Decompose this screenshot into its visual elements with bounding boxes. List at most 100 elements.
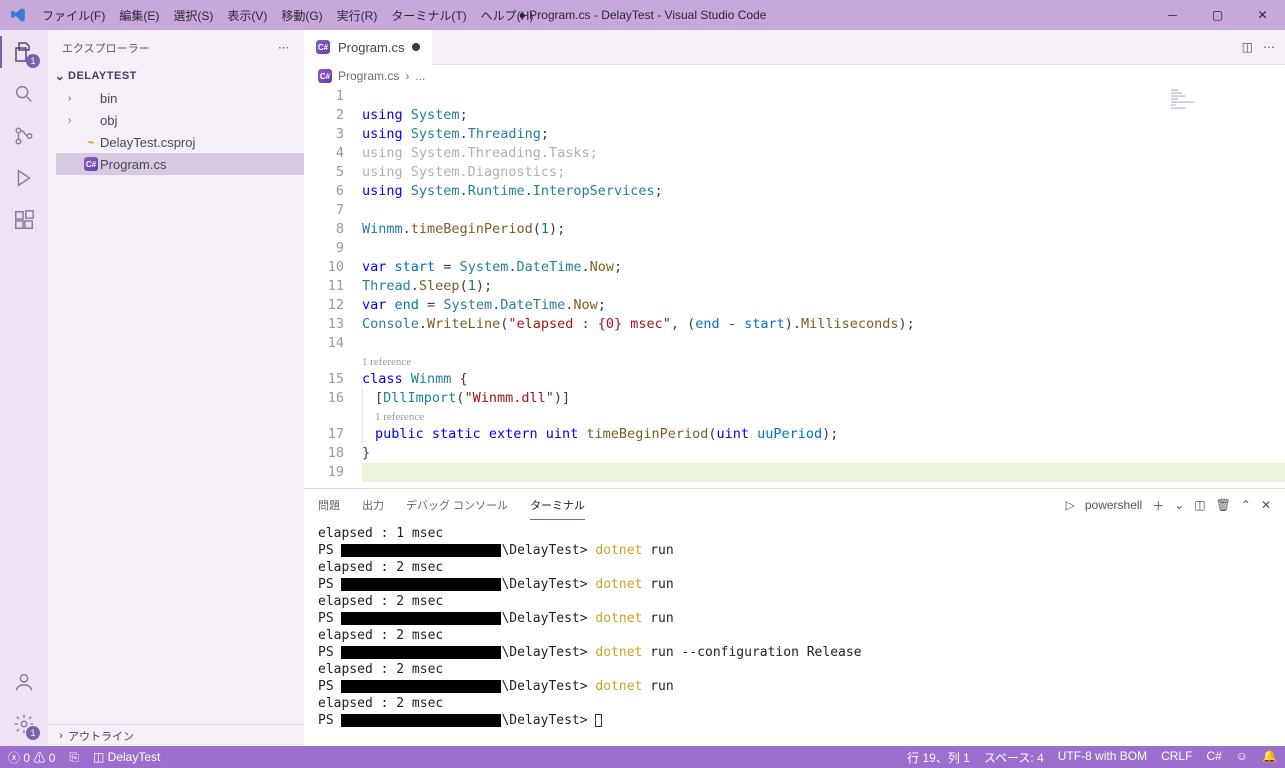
code-line[interactable]: [DllImport("Winmm.dll")] <box>362 389 1285 408</box>
file-label: obj <box>100 113 117 128</box>
panel-maximize-icon[interactable]: ⌃ <box>1241 498 1251 512</box>
menu-go[interactable]: 移動(G) <box>275 7 328 24</box>
project-header[interactable]: ⌄ DELAYTEST <box>48 65 304 87</box>
panel-tab-debug-console[interactable]: デバッグ コンソール <box>406 497 508 513</box>
sidebar-title: エクスプローラー <box>62 40 150 56</box>
code-line[interactable]: Thread.Sleep(1); <box>362 277 1285 296</box>
status-indent[interactable]: スペース: 4 <box>984 749 1044 766</box>
code-line[interactable]: 1 reference <box>362 408 1285 425</box>
terminal-line: PS \DelayTest> dotnet run <box>318 678 1271 695</box>
menu-terminal[interactable]: ターミナル(T) <box>385 7 472 24</box>
sidebar-more-icon[interactable]: ⋯ <box>278 41 290 54</box>
terminal-dropdown-icon[interactable]: ⌄ <box>1174 498 1184 512</box>
activity-bar: 1 1 <box>0 30 48 746</box>
file-tree-item[interactable]: C#Program.cs <box>56 153 304 175</box>
explorer-icon[interactable]: 1 <box>10 38 38 66</box>
terminal-line: PS \DelayTest> dotnet run <box>318 542 1271 559</box>
outline-header[interactable]: › アウトライン <box>48 724 304 746</box>
code-line[interactable]: class Winmm { <box>362 370 1285 389</box>
maximize-button[interactable]: ▢ <box>1195 0 1240 30</box>
terminal-line: elapsed : 2 msec <box>318 627 1271 644</box>
chevron-down-icon: ⌄ <box>52 69 68 83</box>
code-line[interactable]: Winmm.timeBeginPeriod(1); <box>362 220 1285 239</box>
close-button[interactable]: ✕ <box>1240 0 1285 30</box>
file-tree-item[interactable]: ⌁DelayTest.csproj <box>56 131 304 153</box>
explorer-badge: 1 <box>26 54 40 68</box>
menu-run[interactable]: 実行(R) <box>331 7 384 24</box>
panel-close-icon[interactable]: ✕ <box>1261 498 1271 512</box>
status-line-col[interactable]: 行 19、列 1 <box>907 749 970 766</box>
breadcrumb-file: Program.cs <box>338 69 399 83</box>
status-encoding[interactable]: UTF-8 with BOM <box>1058 749 1147 766</box>
status-notifications-icon[interactable]: 🔔 <box>1262 749 1277 766</box>
title-bar: ファイル(F) 編集(E) 選択(S) 表示(V) 移動(G) 実行(R) ター… <box>0 0 1285 30</box>
terminal-launch-icon[interactable]: ▷ <box>1066 498 1075 512</box>
split-editor-icon[interactable]: ◫ <box>1242 40 1253 54</box>
code-line[interactable]: using System; <box>362 106 1285 125</box>
minimap[interactable]: ▬▬▬▬▬▬▬▬▬▬▬▬▬▬▬▬▬▬▬▬▬▬▬▬▬▬▬▬▬▬▬▬▬▬▬▬▬▬▬▬… <box>1171 89 1271 149</box>
tab-program-cs[interactable]: C# Program.cs <box>304 30 432 65</box>
status-eol[interactable]: CRLF <box>1161 749 1192 766</box>
editor[interactable]: 12345678910111213141516171819 ▬▬▬▬▬▬▬▬▬▬… <box>304 87 1285 488</box>
outline-label: アウトライン <box>68 728 134 744</box>
code-line[interactable]: using System.Runtime.InteropServices; <box>362 182 1285 201</box>
terminal-line: PS \DelayTest> dotnet run <box>318 610 1271 627</box>
panel-tab-output[interactable]: 出力 <box>362 497 384 513</box>
code-line[interactable]: } <box>362 444 1285 463</box>
terminal-line: elapsed : 2 msec <box>318 695 1271 712</box>
code-line[interactable]: public static extern uint timeBeginPerio… <box>362 425 1285 444</box>
code-line[interactable]: using System.Threading; <box>362 125 1285 144</box>
split-terminal-icon[interactable]: ◫ <box>1194 498 1205 512</box>
code-line[interactable]: var start = System.DateTime.Now; <box>362 258 1285 277</box>
code-line[interactable] <box>362 239 1285 258</box>
terminal-content[interactable]: elapsed : 1 msecPS \DelayTest> dotnet ru… <box>304 521 1285 746</box>
project-name: DELAYTEST <box>68 70 137 82</box>
menu-file[interactable]: ファイル(F) <box>36 7 111 24</box>
extensions-icon[interactable] <box>10 206 38 234</box>
status-branch[interactable]: ◫ DelayTest <box>93 750 160 764</box>
menu-edit[interactable]: 編集(E) <box>113 7 165 24</box>
menu-selection[interactable]: 選択(S) <box>167 7 219 24</box>
terminal-line: elapsed : 2 msec <box>318 661 1271 678</box>
editor-tabs: C# Program.cs ◫ ⋯ <box>304 30 1285 65</box>
run-debug-icon[interactable] <box>10 164 38 192</box>
menu-bar: ファイル(F) 編集(E) 選択(S) 表示(V) 移動(G) 実行(R) ター… <box>36 7 539 24</box>
terminal-line: PS \DelayTest> dotnet run <box>318 576 1271 593</box>
status-bar: ⓧ 0 ⚠ 0 ⎘ ◫ DelayTest 行 19、列 1 スペース: 4 U… <box>0 746 1285 768</box>
status-language[interactable]: C# <box>1206 749 1221 766</box>
menu-view[interactable]: 表示(V) <box>221 7 273 24</box>
code-line[interactable]: var end = System.DateTime.Now; <box>362 296 1285 315</box>
new-terminal-icon[interactable]: ＋ <box>1152 497 1164 514</box>
code-line[interactable]: using System.Diagnostics; <box>362 163 1285 182</box>
code-line[interactable]: 1 reference <box>362 353 1285 370</box>
file-label: Program.cs <box>100 157 166 172</box>
window-title: ● Program.cs - DelayTest - Visual Studio… <box>519 8 767 22</box>
code-line[interactable] <box>362 87 1285 106</box>
status-feedback-icon[interactable]: ☺ <box>1236 749 1248 766</box>
status-errors[interactable]: ⓧ 0 ⚠ 0 <box>8 749 55 766</box>
search-icon[interactable] <box>10 80 38 108</box>
code-line[interactable] <box>362 201 1285 220</box>
kill-terminal-icon[interactable]: 🗑 <box>1216 498 1231 512</box>
tab-label: Program.cs <box>338 40 404 55</box>
status-ports-icon[interactable]: ⎘ <box>69 750 79 765</box>
file-tree-item[interactable]: ›bin <box>56 87 304 109</box>
csharp-file-icon: C# <box>318 69 332 83</box>
editor-more-icon[interactable]: ⋯ <box>1263 40 1275 54</box>
code-line[interactable]: Console.WriteLine("elapsed : {0} msec", … <box>362 315 1285 334</box>
code-line[interactable] <box>362 463 1285 482</box>
panel-tab-problems[interactable]: 問題 <box>318 497 340 513</box>
terminal-shell-label[interactable]: powershell <box>1085 498 1142 512</box>
vscode-logo-icon <box>0 6 36 24</box>
code-line[interactable] <box>362 334 1285 353</box>
file-label: bin <box>100 91 117 106</box>
sidebar: エクスプローラー ⋯ ⌄ DELAYTEST ›bin›obj⌁DelayTes… <box>48 30 304 746</box>
panel-tab-terminal[interactable]: ターミナル <box>530 497 585 520</box>
file-tree-item[interactable]: ›obj <box>56 109 304 131</box>
code-line[interactable]: using System.Threading.Tasks; <box>362 144 1285 163</box>
source-control-icon[interactable] <box>10 122 38 150</box>
settings-icon[interactable]: 1 <box>10 710 38 738</box>
minimize-button[interactable]: ─ <box>1150 0 1195 30</box>
accounts-icon[interactable] <box>10 668 38 696</box>
breadcrumb[interactable]: C# Program.cs › ... <box>304 65 1285 87</box>
